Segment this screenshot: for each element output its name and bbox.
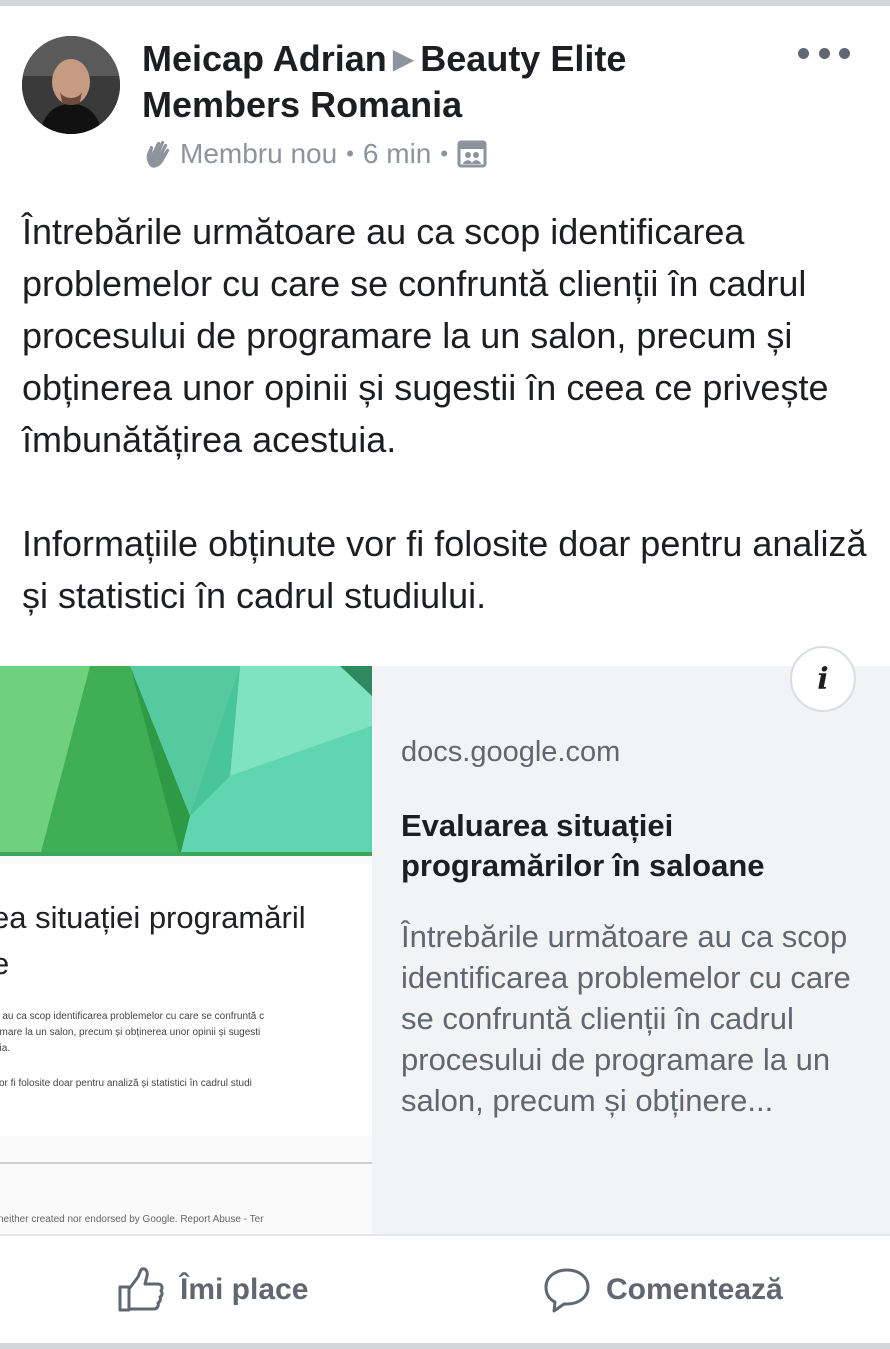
link-domain: docs.google.com xyxy=(401,736,621,768)
separator-dot: • xyxy=(440,141,449,166)
post-author-line: Meicap Adrian ▶ Beauty Elite Members Roman… xyxy=(142,36,762,128)
info-icon[interactable]: i xyxy=(790,646,856,712)
like-button[interactable]: Îmi place xyxy=(116,1258,308,1322)
dot-icon xyxy=(818,47,830,59)
form-title: ea situației programăril xyxy=(0,900,306,935)
waving-hand-icon xyxy=(146,140,170,168)
actions-divider xyxy=(0,1234,890,1236)
avatar-photo xyxy=(22,36,120,134)
top-divider xyxy=(0,0,890,6)
like-label: Îmi place xyxy=(180,1273,309,1306)
post-time[interactable]: 6 min xyxy=(363,138,431,170)
form-description-line: e au ca scop identificarea problemelor c… xyxy=(0,1011,265,1022)
link-preview-card[interactable]: ea situației programăril e e au ca scop … xyxy=(0,666,890,1234)
forms-banner-image xyxy=(0,666,372,856)
form-header-card: ea situației programăril e e au ca scop … xyxy=(0,864,372,1136)
author-name[interactable]: Meicap Adrian xyxy=(142,38,387,79)
post-body: Întrebările următoare au ca scop identif… xyxy=(22,206,872,622)
author-avatar[interactable] xyxy=(22,36,120,134)
link-thumbnail: ea situației programăril e e au ca scop … xyxy=(0,666,372,1234)
comment-button[interactable]: Comentează xyxy=(542,1258,783,1322)
more-options-button[interactable] xyxy=(798,36,850,70)
bottom-divider xyxy=(0,1343,890,1349)
form-description-line: amare la un salon, precum și obținerea u… xyxy=(0,1027,261,1038)
comment-label: Comentează xyxy=(606,1273,783,1306)
post-paragraph: Informațiile obținute vor fi folosite do… xyxy=(22,523,867,616)
form-footer-text: neither created nor endorsed by Google. … xyxy=(0,1214,264,1225)
comment-icon xyxy=(544,1268,590,1313)
separator-dot: • xyxy=(346,141,354,166)
post-paragraph: Întrebările următoare au ca scop identif… xyxy=(22,211,829,460)
link-title: Evaluarea situației programărilor în sal… xyxy=(401,808,765,883)
dot-icon xyxy=(798,47,809,59)
post-meta: Membru nou • 6 min • xyxy=(142,134,487,174)
caret-right-icon: ▶ xyxy=(392,43,415,74)
thumbs-up-icon xyxy=(118,1267,164,1312)
form-divider xyxy=(0,1162,372,1164)
membership-badge: Membru nou xyxy=(180,138,338,169)
form-description-line: uia. xyxy=(0,1043,11,1054)
link-description: Întrebările următoare au ca scop identif… xyxy=(401,919,851,1118)
group-audience-icon xyxy=(457,140,487,168)
form-title-continued: e xyxy=(0,946,10,981)
dot-icon xyxy=(839,47,850,59)
form-description-line: vor fi folosite doar pentru analiză și s… xyxy=(0,1078,252,1089)
